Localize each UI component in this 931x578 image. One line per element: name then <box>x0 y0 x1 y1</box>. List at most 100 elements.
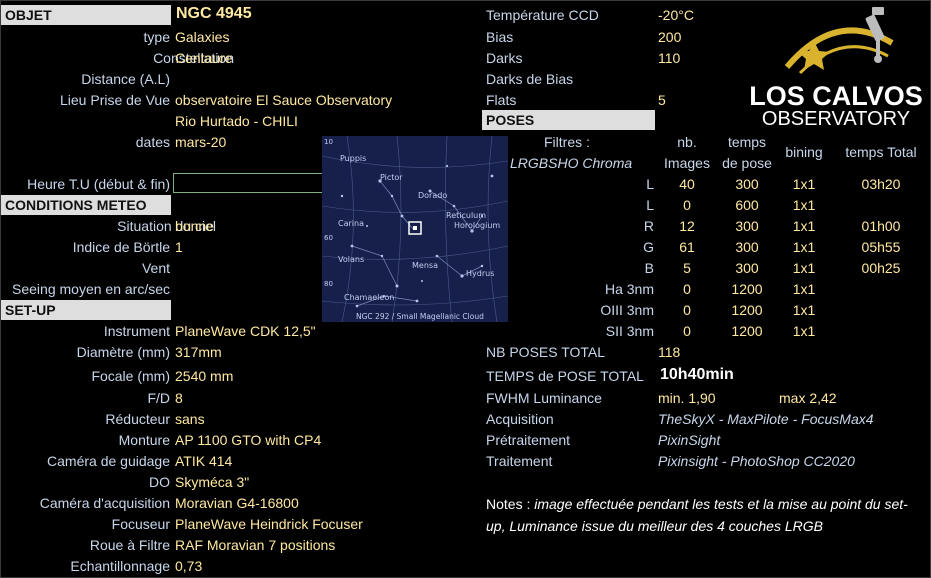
total-cell <box>836 300 926 320</box>
darks-bias-label: Darks de Bias <box>486 71 574 87</box>
nb-cell: 0 <box>683 281 691 297</box>
notes-block: Notes : image effectuée pendant les test… <box>486 493 916 537</box>
do-label: DO <box>149 474 170 490</box>
dates-label: dates <box>135 134 170 150</box>
filter-cell: Ha 3nm <box>604 281 654 297</box>
nb-cell: 12 <box>679 218 695 234</box>
col-bining: bining <box>785 144 823 160</box>
filtres-sub: LRGBSHO Chroma <box>510 155 633 171</box>
bin-cell: 1x1 <box>792 176 816 192</box>
notes-label: Notes : <box>486 496 531 512</box>
temps-cell: 1200 <box>731 302 763 318</box>
fwhm-min: min. 1,90 <box>658 390 716 406</box>
type-value: Galaxies <box>175 29 230 45</box>
acquisition-label: Acquisition <box>486 411 554 427</box>
temps-cell: 300 <box>735 218 759 234</box>
finder-chart: Puppis Pictor Dorado Carina Reticulum Ho… <box>322 136 508 322</box>
temps-pose-total-value: 10h40min <box>660 366 734 383</box>
lieu-value: observatoire El Sauce Observatory <box>175 92 393 108</box>
focuseur-value: PlaneWave Heindrick Focuser <box>175 516 363 532</box>
acquisition-camera-label: Caméra d'acquisition <box>39 495 170 511</box>
temperature-label: Température CCD <box>486 7 599 23</box>
heure-label: Heure T.U (début & fin) <box>27 176 170 192</box>
fd-label: F/D <box>147 390 170 406</box>
observatory-logo: LOS CALVOS OBSERVATORY <box>742 1 930 134</box>
filter-cell: B <box>644 260 654 276</box>
finder-label-hydrus: Hydrus <box>466 269 494 278</box>
bin-cell: 1x1 <box>792 239 816 255</box>
finder-label-carina: Carina <box>338 219 364 228</box>
flats-label: Flats <box>486 92 517 108</box>
temps-cell: 300 <box>735 260 759 276</box>
guidage-label: Caméra de guidage <box>47 453 170 469</box>
bortle-value: 1 <box>175 239 183 255</box>
bin-cell: 1x1 <box>792 260 816 276</box>
diametre-label: Diamètre (mm) <box>76 344 170 360</box>
col-total: temps Total <box>845 144 917 160</box>
finder-label-puppis: Puppis <box>340 154 366 163</box>
instrument-value: PlaneWave CDK 12,5" <box>175 323 316 339</box>
roue-value: RAF Moravian 7 positions <box>175 537 336 553</box>
seeing-label: Seeing moyen en arc/sec <box>12 281 170 297</box>
logo-line-2: OBSERVATORY <box>762 108 910 130</box>
temps-cell: 300 <box>735 239 759 255</box>
temps-pose-total-label: TEMPS de POSE TOTAL <box>486 368 644 384</box>
focale-label: Focale (mm) <box>91 368 170 384</box>
nb-cell: 0 <box>683 323 691 339</box>
fwhm-label: FWHM Luminance <box>486 390 602 406</box>
bin-cell: 1x1 <box>792 197 816 213</box>
bias-value: 200 <box>658 29 682 45</box>
total-cell: 01h00 <box>861 218 901 234</box>
type-label: type <box>143 29 170 45</box>
filter-cell: L <box>646 176 654 192</box>
finder-label-reticulum: Reticulum <box>446 211 486 220</box>
filtres-label: Filtres : <box>544 134 590 150</box>
col-temps-2: de pose <box>722 155 772 171</box>
acquisition-camera-value: Moravian G4-16800 <box>175 495 299 511</box>
fd-value: 8 <box>175 390 183 406</box>
bias-label: Bias <box>486 29 514 45</box>
nb-cell: 5 <box>683 260 691 276</box>
acquisition-value: TheSkyX - MaxPilote - FocusMax4 <box>658 411 874 427</box>
finder-tick-3: 80 <box>324 280 333 288</box>
do-value: Skyméca 3" <box>175 474 250 490</box>
roue-label: Roue à Filtre <box>89 537 170 553</box>
finder-label-volans: Volans <box>338 255 364 264</box>
ciel-value: bonne <box>175 218 214 234</box>
total-cell <box>836 279 926 299</box>
nb-poses-total-value: 118 <box>658 344 681 360</box>
pretraitement-value: PixinSight <box>658 432 721 448</box>
logo-graphic: LOS CALVOS OBSERVATORY <box>749 7 923 130</box>
filter-cell: SII 3nm <box>605 323 654 339</box>
lieu-value-2: Rio Hurtado - CHILI <box>175 113 298 129</box>
vent-label: Vent <box>141 260 170 276</box>
temps-cell: 600 <box>735 197 759 213</box>
nb-poses-total-label: NB POSES TOTAL <box>486 344 606 360</box>
heure-input-cell[interactable] <box>173 173 323 193</box>
finder-caption: NGC 292 / Small Magellanic Cloud <box>356 312 484 321</box>
notes-text: image effectuée pendant les tests et la … <box>486 496 908 534</box>
nb-cell: 0 <box>683 197 691 213</box>
total-cell: 00h25 <box>861 260 901 276</box>
pretraitement-label: Prétraitement <box>486 432 571 448</box>
instrument-label: Instrument <box>103 323 170 339</box>
dates-value: mars-20 <box>175 134 227 150</box>
fwhm-max: max 2,42 <box>779 390 837 406</box>
finder-tick-1: 10 <box>324 138 333 146</box>
focuseur-label: Focuseur <box>111 516 170 532</box>
flats-value: 5 <box>658 92 666 108</box>
bin-cell: 1x1 <box>792 323 816 339</box>
temps-cell: 300 <box>735 176 759 192</box>
focale-value: 2540 mm <box>175 368 234 384</box>
finder-label-horologium: Horologium <box>454 221 500 230</box>
nb-cell: 40 <box>679 176 695 192</box>
monture-value: AP 1100 GTO with CP4 <box>175 432 322 448</box>
echantillonnage-label: Echantillonnage <box>70 558 170 574</box>
finder-label-chamaeleon: Chamaeleon <box>344 293 394 302</box>
temps-cell: 1200 <box>731 281 763 297</box>
logo-line-1: LOS CALVOS <box>749 81 923 111</box>
reducteur-label: Réducteur <box>105 411 170 427</box>
bin-cell: 1x1 <box>792 302 816 318</box>
nb-cell: 0 <box>683 302 691 318</box>
darks-label: Darks <box>486 50 523 66</box>
